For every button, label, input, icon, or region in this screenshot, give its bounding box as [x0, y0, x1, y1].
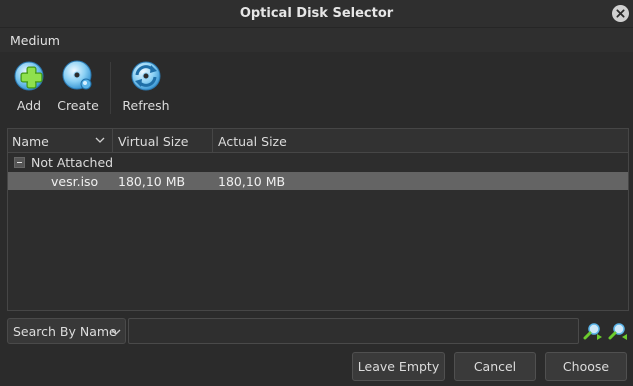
close-icon: [616, 9, 625, 18]
menu-medium[interactable]: Medium: [10, 33, 60, 48]
cancel-button[interactable]: Cancel: [454, 352, 536, 381]
column-header-name[interactable]: Name: [12, 134, 49, 149]
collapse-toggle-icon[interactable]: [14, 157, 25, 168]
group-not-attached[interactable]: Not Attached: [8, 153, 628, 171]
search-mode-value: Search By Name: [13, 324, 117, 339]
column-header-virtual-size[interactable]: Virtual Size: [118, 134, 188, 149]
toolbar: Add Create Refresh: [0, 52, 633, 122]
leave-empty-button[interactable]: Leave Empty: [352, 352, 445, 381]
column-header-actual-size[interactable]: Actual Size: [218, 134, 287, 149]
disc-add-icon: [14, 61, 44, 91]
search-previous-icon: [583, 323, 602, 340]
close-button[interactable]: [612, 5, 629, 22]
group-label: Not Attached: [31, 155, 114, 170]
choose-button[interactable]: Choose: [545, 352, 627, 381]
title-bar: Optical Disk Selector: [0, 0, 633, 28]
search-input[interactable]: [128, 318, 579, 344]
create-label: Create: [57, 98, 99, 113]
toolbar-separator: [110, 62, 111, 114]
column-divider[interactable]: [112, 129, 113, 153]
sort-chevron-icon: [95, 137, 105, 143]
disc-create-icon: [62, 60, 92, 90]
table-row[interactable]: vesr.iso 180,10 MB 180,10 MB: [8, 172, 628, 190]
search-previous-button[interactable]: [583, 321, 603, 341]
column-divider[interactable]: [212, 129, 213, 153]
search-next-icon: [608, 323, 627, 340]
search-mode-select[interactable]: Search By Name: [7, 318, 126, 344]
add-label: Add: [16, 98, 42, 113]
cell-actual-size: 180,10 MB: [218, 174, 286, 189]
refresh-label: Refresh: [122, 98, 170, 113]
media-tree[interactable]: Name Virtual Size Actual Size Not Attach…: [7, 128, 629, 311]
menu-bar: Medium: [0, 28, 633, 52]
window-title: Optical Disk Selector: [239, 6, 394, 21]
table-header: Name Virtual Size Actual Size: [8, 129, 628, 153]
refresh-button[interactable]: Refresh: [120, 60, 172, 120]
refresh-icon: [131, 61, 161, 91]
search-bar: Search By Name: [7, 318, 629, 346]
search-next-button[interactable]: [608, 321, 628, 341]
cell-name: vesr.iso: [51, 174, 99, 189]
add-button[interactable]: Add: [10, 60, 48, 120]
create-button[interactable]: Create: [56, 60, 100, 120]
chevron-down-icon: [111, 329, 121, 335]
cell-virtual-size: 180,10 MB: [118, 174, 186, 189]
